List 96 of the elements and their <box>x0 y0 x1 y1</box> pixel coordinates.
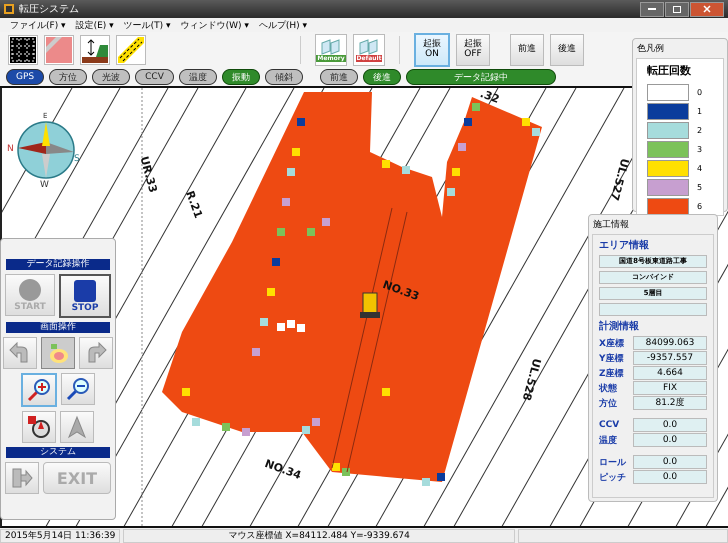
menu-item[interactable]: ヘルプ(H) ▾ <box>258 18 308 32</box>
measure-label: 方位 <box>599 397 618 410</box>
close-button[interactable] <box>690 2 724 16</box>
status-indicator: 後進 <box>362 69 401 85</box>
toolbar-button[interactable]: 前進 <box>510 34 544 66</box>
section-heading: 画面操作 <box>6 322 110 333</box>
slope-icon <box>82 37 108 63</box>
measure-label: ピッチ <box>599 472 627 484</box>
zoom-out-icon <box>66 377 90 401</box>
measure-value: 0.0 <box>633 433 707 447</box>
menu-item[interactable]: ウィンドウ(W) ▾ <box>180 18 249 32</box>
toolbar-button[interactable]: 起振 ON <box>414 33 450 67</box>
section-heading: 計測情報 <box>599 320 640 333</box>
map-label: UL.528 <box>520 357 544 402</box>
measure-value: 84099.063 <box>633 336 707 350</box>
menu-item[interactable]: 設定(E) ▾ <box>76 18 114 32</box>
section-heading: エリア情報 <box>599 238 650 252</box>
menu-item[interactable]: ツール(T) ▾ <box>124 18 171 32</box>
measure-label: ロール <box>599 456 628 468</box>
panel-title: 色凡例 <box>636 42 665 56</box>
status-indicator: 傾斜 <box>264 69 303 85</box>
app-icon <box>3 3 15 15</box>
north-up-button[interactable] <box>22 411 56 443</box>
status-indicator: 光波 <box>92 69 130 85</box>
pages-icon <box>320 38 342 54</box>
compass-icon <box>27 415 51 439</box>
arrowhead-icon <box>65 415 89 439</box>
legend-value: 0 <box>697 88 702 97</box>
legend-value: 1 <box>697 107 702 116</box>
measure-label: 温度 <box>599 434 618 446</box>
status-indicator: 振動 <box>222 69 260 85</box>
measure-label: X座標 <box>599 337 625 350</box>
minimize-icon <box>648 8 656 10</box>
status-indicator: 前進 <box>320 69 358 85</box>
stop-button[interactable]: STOP <box>59 274 111 318</box>
pages-icon <box>358 38 380 54</box>
status-indicator: 方位 <box>49 69 88 85</box>
close-icon <box>703 5 711 13</box>
maximize-icon <box>673 6 681 12</box>
door-arrow-icon <box>11 467 33 489</box>
map-label: R.21 <box>183 189 205 220</box>
legend-value: 3 <box>697 145 702 154</box>
compass-icon <box>16 120 76 180</box>
road-stripe-icon <box>118 37 144 63</box>
measure-value: -9357.557 <box>633 351 707 365</box>
zoom-out-button[interactable] <box>61 373 95 405</box>
legend-value: 5 <box>697 183 702 192</box>
section-heading: データ記録操作 <box>6 259 110 270</box>
map-label: .32 <box>478 88 502 106</box>
compass-label: W <box>40 180 49 190</box>
measure-value: 81.2度 <box>633 396 707 410</box>
measure-value: 4.664 <box>633 366 707 380</box>
measure-label: 状態 <box>599 382 618 394</box>
status-indicator: データ記録中 <box>406 69 556 85</box>
target-icon <box>47 342 69 364</box>
legend-heading: 転圧回数 <box>647 63 692 78</box>
measure-label: Z座標 <box>599 367 625 380</box>
window-title: 転圧システム <box>19 3 80 16</box>
legend-value: 6 <box>697 202 702 211</box>
maximize-button[interactable] <box>665 2 689 16</box>
date-time: 2015年5月14日 11:36:39 <box>0 528 120 542</box>
status-indicator: CCV <box>135 69 174 85</box>
height-tool-button[interactable] <box>80 35 110 65</box>
grid-icon <box>10 37 36 63</box>
measure-label: CCV <box>599 420 620 430</box>
panel-title: 施工情報 <box>592 218 630 232</box>
road-tool-button[interactable] <box>116 35 146 65</box>
zoom-in-button[interactable] <box>21 373 57 407</box>
measure-value: 0.0 <box>633 418 707 432</box>
roller-icon <box>360 292 380 318</box>
mouse-coordinates: マウス座標値 X=84112.484 Y=-9339.674 <box>123 528 515 542</box>
stripe-icon <box>46 37 72 63</box>
measure-value: FIX <box>633 381 707 395</box>
minimize-button[interactable] <box>640 2 664 16</box>
map-label: UR.33 <box>137 154 160 194</box>
compass-label: N <box>7 144 14 154</box>
measure-value: 0.0 <box>633 470 707 484</box>
section-heading: システム <box>6 447 110 458</box>
map-label: UL.527 <box>608 157 632 202</box>
square-icon <box>73 279 97 303</box>
legend-value: 2 <box>697 126 702 135</box>
exit-door-button[interactable] <box>5 462 39 494</box>
rotate-right-button[interactable] <box>79 337 113 369</box>
ball-icon <box>18 278 42 302</box>
status-indicator: GPS <box>6 69 44 85</box>
status-indicator: 温度 <box>178 69 217 85</box>
menu-item[interactable]: ファイル(F) ▾ <box>10 18 66 32</box>
toolbar-button[interactable]: 後進 <box>550 34 584 66</box>
measure-label: Y座標 <box>599 352 625 364</box>
toolbar-button[interactable]: 起振 OFF <box>456 34 490 66</box>
zoom-in-icon <box>27 378 51 402</box>
grid-tool-button[interactable] <box>8 35 38 65</box>
rotate-left-button[interactable] <box>3 337 37 369</box>
legend-value: 4 <box>697 164 702 173</box>
compass-label: S <box>74 154 80 164</box>
measure-value: 0.0 <box>633 455 707 469</box>
